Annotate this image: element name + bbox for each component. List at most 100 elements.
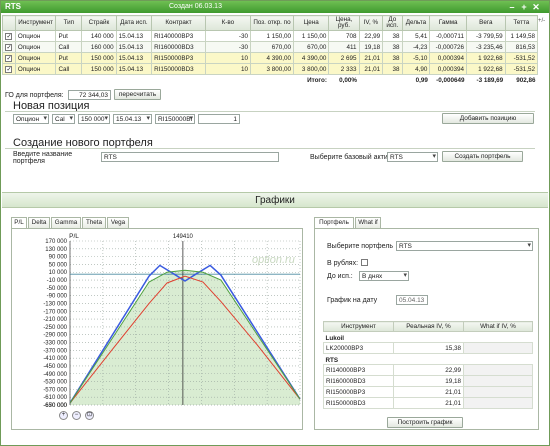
col-header[interactable]: Контракт [151,15,206,31]
empty-cell [151,74,206,86]
zoom-out-icon[interactable]: − [72,411,81,420]
cell-price: 670,00 [292,41,330,53]
new-qty-field[interactable]: 1 [198,114,240,124]
close-icon[interactable]: ✕ [531,2,541,12]
rub-checkbox[interactable] [361,259,368,266]
portfolio-panel: Выберите портфель RTS В рублях: До исп.:… [314,228,539,430]
main-window: RTS Создан 06.03.13 – + ✕ Инструмент Тип… [0,0,550,446]
col-header[interactable]: Вега [465,15,506,31]
tab-theta[interactable]: Theta [82,217,106,228]
row-checkbox[interactable]: ✓ [5,54,13,62]
table-row[interactable]: ✓ Опцион Call 160 000 15.04.13 RI160000BD3 -30… [2,41,539,53]
cell-days: 38 [382,52,403,64]
what-if-iv-input[interactable] [463,364,533,376]
create-portfolio-button[interactable]: Создать портфель [442,151,523,162]
portfolio-select[interactable]: RTS [396,241,533,251]
empty-cell [205,74,251,86]
total-theta: 902,86 [505,74,538,86]
y-tick-label: 130 000 [45,247,67,253]
zoom-in-icon[interactable]: + [59,411,68,420]
row-checkbox[interactable]: ✓ [5,32,13,40]
portfolio-name-input[interactable]: RTS [101,152,279,162]
what-if-iv-input[interactable] [463,375,533,387]
col-header[interactable]: Гамма [429,15,467,31]
what-if-iv-input[interactable] [463,386,533,398]
tab-what-if[interactable]: What if [355,217,381,228]
cell-strike: 150 000 [81,63,117,75]
add-position-button[interactable]: Добавить позицию [442,113,534,124]
go-value: 72 344,03 [68,90,111,100]
iv-code: RI150000BD3 [323,397,394,409]
empty-cell [2,74,16,86]
row-checkbox-cell[interactable]: ✓ [2,63,16,75]
tab-vega[interactable]: Vega [107,217,129,228]
watermark: option.ru [252,254,295,266]
created-date: Создан 06.03.13 [169,3,222,10]
what-if-iv-input[interactable] [463,397,533,409]
iv-row: RI160000BD3 19,18 [323,375,533,387]
row-checkbox-cell[interactable]: ✓ [2,30,16,42]
iv-row: RI140000BP3 22,99 [323,364,533,376]
col-header[interactable]: Цена, руб. [328,15,360,31]
total-row: Итого: 0,00% 0,99 -0,000649 -3 189,69 902,86 [2,74,538,86]
col-header[interactable]: К-во [204,15,251,31]
col-header[interactable]: Дата исп. [115,15,153,31]
col-header[interactable]: Тетта [504,15,539,31]
cell-type: Call [55,41,83,53]
table-row[interactable]: ✓ Опцион Put 140 000 15.04.13 RI140000BP3 -30 1… [2,30,539,42]
recalc-button[interactable]: пересчитать [114,89,161,100]
col-header[interactable]: IV, % [358,15,384,31]
table-row[interactable]: ✓ Опцион Put 150 000 15.04.13 RI150000BP3 10 4 … [2,52,539,64]
y-tick-label: -610 000 [43,395,67,401]
cell-vega: 1 922,68 [465,63,506,75]
plus-minus-toggle[interactable]: +/- [538,18,545,24]
what-if-iv-input[interactable] [463,342,533,354]
new-strike-select[interactable]: 150 000 [78,114,110,124]
y-tick-label: 90 000 [49,255,68,261]
cell-qty: 10 [204,52,251,64]
iv-col-header: Инструмент [323,321,394,332]
iv-real: 15,38 [393,342,464,354]
y-tick-label: -330 000 [43,341,67,347]
col-header[interactable]: Цена [292,15,330,31]
new-instrument-select[interactable]: Опцион [13,114,49,124]
row-checkbox-cell[interactable]: ✓ [2,52,16,64]
zoom-reset-icon[interactable]: ⊡ [85,411,94,420]
add-icon[interactable]: + [519,2,529,12]
minimize-icon[interactable]: – [507,2,517,12]
iv-real: 21,01 [393,386,464,398]
col-header[interactable]: Тип [55,15,83,31]
portfolio-select-label: Выберите портфель [327,243,394,250]
empty-cell [359,74,383,86]
col-header[interactable]: Инструмент [14,15,57,31]
row-checkbox-cell[interactable]: ✓ [2,41,16,53]
iv-code: RI150000BP3 [323,386,394,398]
cell-rub: 2 695 [328,52,360,64]
row-checkbox[interactable]: ✓ [5,65,13,73]
new-type-select[interactable]: Cal [52,114,75,124]
table-row[interactable]: ✓ Опцион Call 150 000 15.04.13 RI150000BD3 10 3… [2,63,539,75]
y-tick-label: -450 000 [43,364,67,370]
until-select[interactable]: В днях [359,271,409,281]
col-header[interactable]: Страйк [81,15,117,31]
y-tick-label: -670 000 [43,403,67,409]
cell-delta: -4,23 [401,41,431,53]
chart-date-input[interactable]: 05.04.13 [396,295,428,305]
col-header[interactable]: До исп. [382,15,403,31]
base-asset-select[interactable]: RTS [387,152,438,162]
tab-pl[interactable]: P/L [11,217,27,228]
tab-gamma[interactable]: Gamma [51,217,81,228]
iv-code: RI140000BP3 [323,364,394,376]
col-header[interactable]: Поз. откр. по [249,15,294,31]
pl-chart[interactable]: 170 000 130 000 90 00050 000 10 000 -10 000 -… [12,229,304,431]
tab-delta[interactable]: Delta [28,217,50,228]
new-contract-select[interactable]: RI150000BI [155,114,195,124]
cell-type: Put [55,52,83,64]
build-chart-button[interactable]: Построить график [387,417,463,428]
row-checkbox[interactable]: ✓ [5,43,13,51]
new-date-select[interactable]: 15.04.13 [113,114,152,124]
tab-portfolio[interactable]: Портфель [314,217,354,228]
col-header[interactable]: Дельта [401,15,431,31]
total-gamma: -0,000649 [429,74,467,86]
iv-row: LK20000BP3 15,38 [323,342,533,354]
